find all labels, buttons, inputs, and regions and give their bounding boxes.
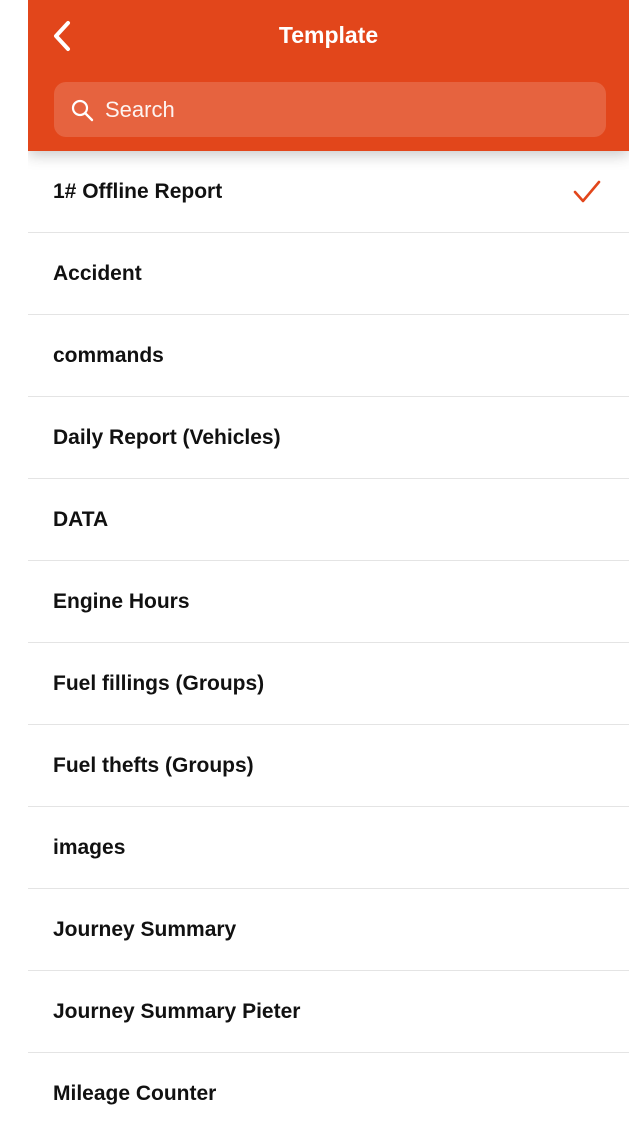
template-label: Fuel thefts (Groups) <box>53 753 254 777</box>
template-label: Mileage Counter <box>53 1081 217 1105</box>
template-list-item[interactable]: Fuel fillings (Groups) <box>28 643 629 725</box>
checkmark-icon <box>573 180 601 203</box>
template-list-item[interactable]: Daily Report (Vehicles) <box>28 397 629 479</box>
page-title: Template <box>278 22 379 48</box>
header: Template <box>28 0 629 151</box>
template-label: images <box>53 835 126 859</box>
template-list-item[interactable]: images <box>28 807 629 889</box>
search-icon <box>69 97 95 123</box>
template-label: Engine Hours <box>53 589 190 613</box>
template-list-item[interactable]: DATA <box>28 479 629 561</box>
template-label: DATA <box>53 507 109 531</box>
template-label: Accident <box>53 261 142 285</box>
template-list-item[interactable]: Accident <box>28 233 629 315</box>
template-list-item[interactable]: 1# Offline Report <box>28 151 629 233</box>
template-label: commands <box>53 343 164 367</box>
search-bar[interactable] <box>54 82 606 137</box>
template-label: 1# Offline Report <box>53 179 223 203</box>
template-list-item[interactable]: Journey Summary <box>28 889 629 971</box>
template-label: Daily Report (Vehicles) <box>53 425 281 449</box>
template-label: Journey Summary Pieter <box>53 999 301 1023</box>
template-list-item[interactable]: Journey Summary Pieter <box>28 971 629 1053</box>
template-list: 1# Offline Report Accident commands Dail… <box>28 151 629 1125</box>
chevron-left-icon <box>54 21 70 51</box>
template-label: Fuel fillings (Groups) <box>53 671 265 695</box>
search-input[interactable] <box>105 96 585 123</box>
template-list-item[interactable]: commands <box>28 315 629 397</box>
back-button[interactable] <box>42 14 82 58</box>
template-list-item[interactable]: Engine Hours <box>28 561 629 643</box>
template-list-item[interactable]: Fuel thefts (Groups) <box>28 725 629 807</box>
template-list-item[interactable]: Mileage Counter <box>28 1053 629 1125</box>
template-label: Journey Summary <box>53 917 237 941</box>
template-picker-screen: Template 1# Offline Report Accident c <box>28 0 629 1125</box>
